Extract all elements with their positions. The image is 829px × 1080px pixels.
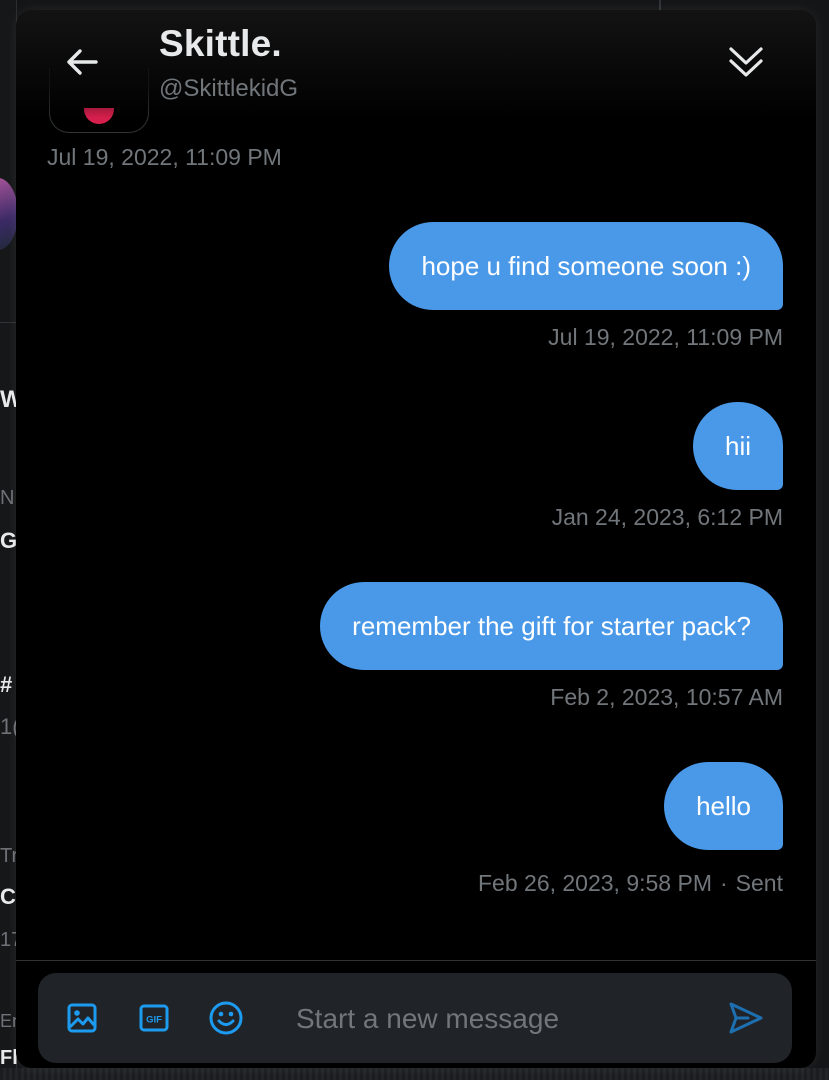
message-input[interactable] <box>294 993 718 1045</box>
add-gif-button[interactable]: GIF <box>132 996 176 1040</box>
message-timestamp: Jan 24, 2023, 6:12 PM <box>551 504 783 530</box>
sent-message-bubble[interactable]: hope u find someone soon :) <box>389 222 783 310</box>
dm-drawer: Skittle. @SkittlekidG Jul 19, 2022, 11:0… <box>16 10 816 1068</box>
send-button[interactable] <box>724 996 768 1040</box>
message-composer: GIF <box>38 973 792 1063</box>
message-timestamp: Jul 19, 2022, 11:09 PM <box>47 144 282 170</box>
gif-icon: GIF <box>139 1004 169 1032</box>
add-media-button[interactable] <box>60 996 104 1040</box>
message-timestamp: Feb 2, 2023, 10:57 AM <box>550 684 783 710</box>
message-meta: Feb 26, 2023, 9:58 PM · Sent <box>478 868 783 898</box>
message-timestamp: Feb 26, 2023, 9:58 PM <box>478 870 712 896</box>
conversation-handle[interactable]: @SkittlekidG <box>159 74 298 104</box>
meta-separator: · <box>720 870 728 896</box>
background-feed: W N G # 1( Tr C 17 Er Fl <box>0 0 23 1080</box>
page: W N G # 1( Tr C 17 Er Fl Skittle. @Skitt… <box>0 0 829 1080</box>
background-feed-text: N <box>0 487 15 509</box>
media-icon <box>67 1003 97 1033</box>
back-button[interactable] <box>60 40 104 84</box>
conversation-name[interactable]: Skittle. <box>159 22 282 66</box>
background-feed-text: # <box>0 672 13 697</box>
message-status: Sent <box>735 870 783 896</box>
collapse-drawer-button[interactable] <box>721 40 771 84</box>
composer-area: GIF <box>16 960 816 1068</box>
sent-message-bubble[interactable]: remember the gift for starter pack? <box>320 582 783 670</box>
background-divider <box>0 322 16 323</box>
background-footer <box>0 1068 829 1080</box>
add-emoji-button[interactable] <box>204 996 248 1040</box>
dm-header: Skittle. @SkittlekidG <box>16 10 816 118</box>
background-feed-text: C <box>0 884 16 909</box>
send-icon <box>729 1002 763 1034</box>
sent-message-bubble[interactable]: hii <box>692 402 783 490</box>
background-feed-text: G <box>0 528 18 553</box>
sent-message-bubble[interactable]: hello <box>664 762 783 850</box>
double-chevron-down-icon <box>729 47 763 77</box>
gif-label: GIF <box>146 1015 162 1026</box>
arrow-left-icon <box>67 49 98 75</box>
emoji-icon <box>209 1001 243 1035</box>
message-timestamp: Jul 19, 2022, 11:09 PM <box>548 324 783 350</box>
